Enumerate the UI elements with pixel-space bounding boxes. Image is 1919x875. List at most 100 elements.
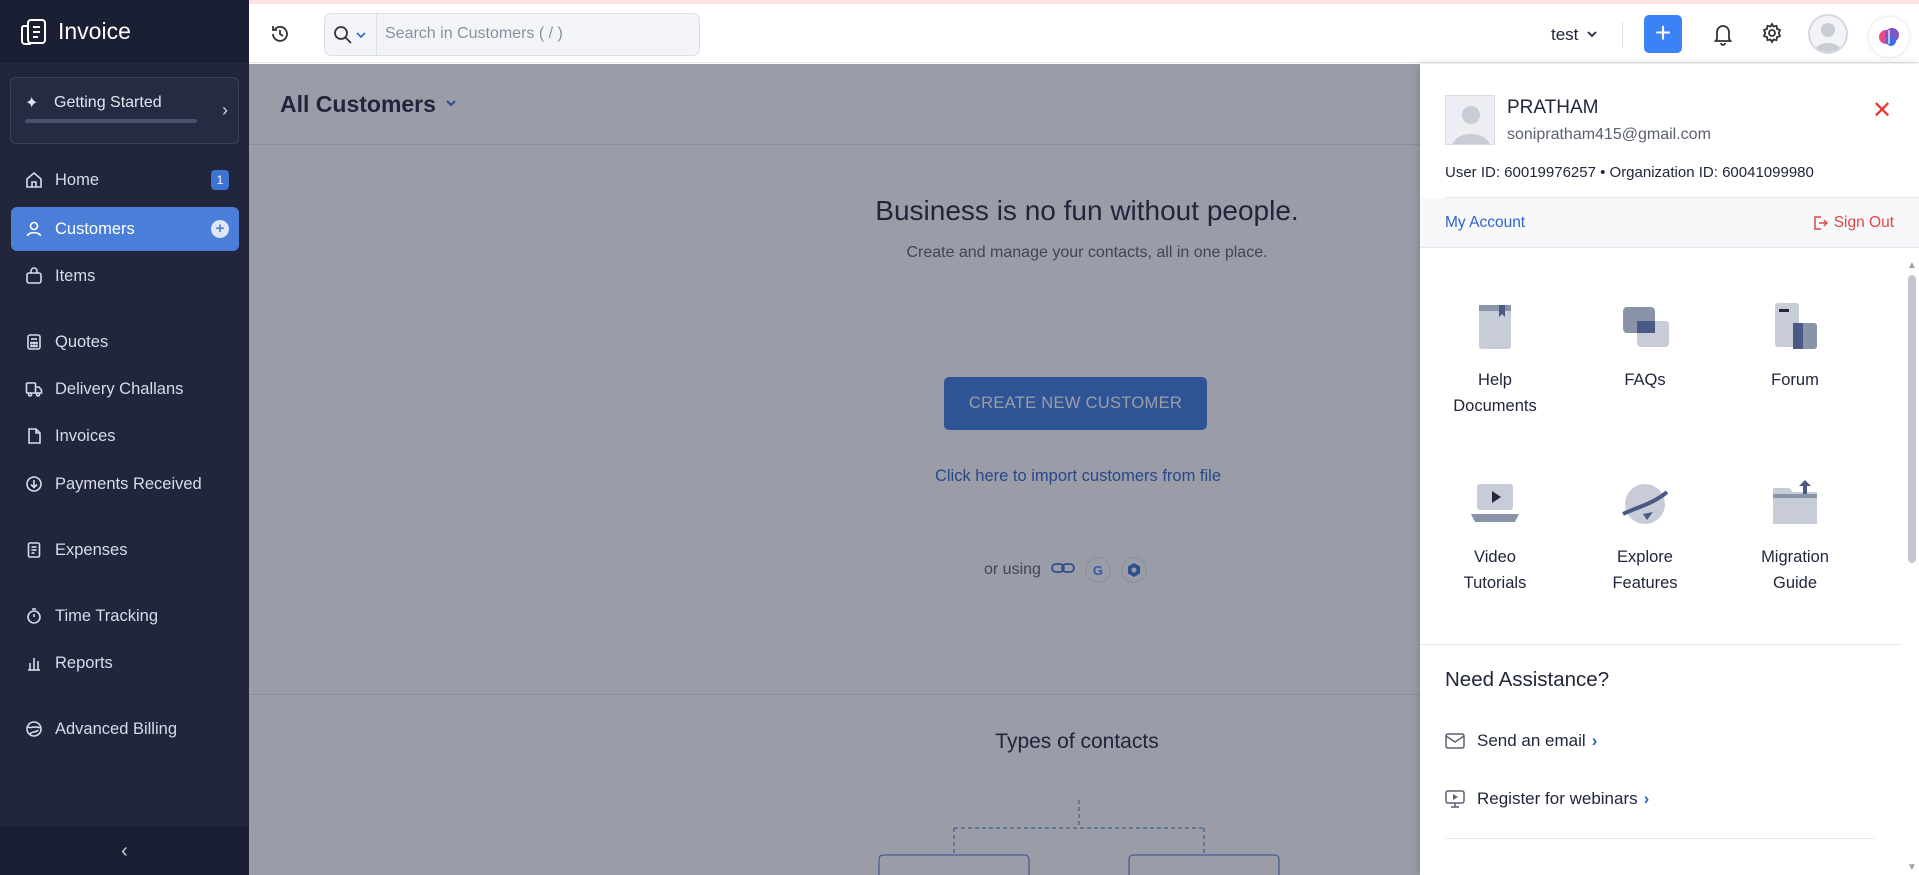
org-name: test: [1551, 25, 1579, 44]
sign-out-icon: [1813, 216, 1828, 230]
sidebar-item-home[interactable]: Home 1: [11, 158, 239, 202]
download-circle-icon: [23, 473, 45, 495]
chevron-left-icon: ‹: [121, 839, 128, 862]
calculator-icon: [23, 331, 45, 353]
getting-started-card[interactable]: ✦ Getting Started ›: [10, 77, 239, 144]
sidebar-item-invoices[interactable]: Invoices: [11, 414, 239, 458]
chevron-right-icon: ›: [222, 100, 228, 120]
my-account-link[interactable]: My Account: [1445, 214, 1525, 232]
stopwatch-icon: [23, 605, 45, 627]
sidebar-item-payments-received[interactable]: Payments Received: [11, 462, 239, 506]
sidebar-item-label: Payments Received: [55, 474, 202, 493]
sidebar-item-items[interactable]: Items: [11, 254, 239, 298]
ai-assistant-button[interactable]: [1869, 17, 1909, 57]
sidebar-item-label: Time Tracking: [55, 606, 158, 625]
quick-create-button[interactable]: +: [1644, 15, 1682, 53]
sidebar-item-label: Items: [55, 266, 96, 285]
sidebar-item-delivery-challans[interactable]: Delivery Challans: [11, 367, 239, 411]
profile-ids: User ID: 60019976257 • Organization ID: …: [1445, 164, 1814, 181]
sidebar-item-label: Expenses: [55, 540, 128, 559]
bag-icon: [23, 265, 45, 287]
tile-label: Forum: [1771, 371, 1819, 389]
tile-label: FAQs: [1624, 371, 1666, 389]
scroll-up-arrow-icon[interactable]: ▲: [1907, 260, 1917, 271]
sign-out-label: Sign Out: [1833, 214, 1894, 231]
webinar-icon: [1445, 790, 1465, 808]
getting-started-label: Getting Started: [54, 94, 162, 111]
notifications-icon[interactable]: [1712, 22, 1734, 46]
help-documents-tile[interactable]: Help Documents: [1420, 297, 1570, 419]
sign-out-link[interactable]: Sign Out: [1812, 214, 1894, 232]
settings-gear-icon[interactable]: [1761, 22, 1783, 44]
profile-name: PRATHAM: [1507, 97, 1599, 118]
bar-chart-icon: [23, 652, 45, 674]
top-bar: test +: [249, 4, 1919, 63]
sidebar-item-label: Invoices: [55, 426, 116, 445]
home-badge: 1: [211, 170, 229, 190]
chevron-right-icon: ›: [1643, 789, 1650, 808]
sidebar-item-time-tracking[interactable]: Time Tracking: [11, 594, 239, 638]
truck-icon: [23, 378, 45, 400]
profile-avatar[interactable]: [1445, 95, 1495, 145]
mail-icon: [1445, 733, 1465, 749]
close-icon[interactable]: ✕: [1872, 99, 1892, 123]
panel-scrollbar[interactable]: ▲ ▼: [1904, 260, 1919, 875]
scroll-thumb[interactable]: [1908, 275, 1916, 563]
migration-guide-tile[interactable]: Migration Guide: [1720, 474, 1870, 596]
topbar-divider: [1622, 22, 1623, 48]
faqs-tile[interactable]: FAQs: [1570, 297, 1720, 393]
forum-tile[interactable]: Forum: [1720, 297, 1870, 393]
migration-guide-icon: [1773, 480, 1817, 524]
sidebar-item-quotes[interactable]: Quotes: [11, 320, 239, 364]
need-assistance-heading: Need Assistance?: [1445, 668, 1610, 691]
avatar-icon: [1452, 106, 1490, 144]
sidebar-item-customers[interactable]: Customers +: [11, 207, 239, 251]
recent-history-icon[interactable]: [269, 23, 291, 45]
chevron-down-icon: [1587, 31, 1597, 38]
receipt-icon: [23, 539, 45, 561]
search-bar: [324, 13, 700, 56]
sidebar-item-reports[interactable]: Reports: [11, 641, 239, 685]
document-icon: [23, 425, 45, 447]
collapse-sidebar-button[interactable]: ‹: [0, 827, 249, 875]
tile-label: Explore: [1617, 548, 1673, 566]
sidebar-item-label: Reports: [55, 653, 113, 672]
profile-email: sonipratham415@gmail.com: [1507, 126, 1711, 143]
explore-features-tile[interactable]: Explore Features: [1570, 474, 1720, 596]
tile-label: Migration: [1761, 548, 1829, 566]
home-icon: [23, 169, 45, 191]
getting-started-progress: [25, 119, 197, 123]
search-icon: [334, 26, 352, 44]
search-input[interactable]: [385, 22, 685, 46]
ai-brain-icon: [1879, 28, 1899, 46]
help-resources-grid: Help Documents FAQs Forum Video Tutorial…: [1420, 249, 1900, 644]
org-switcher[interactable]: test: [1551, 25, 1598, 45]
profile-avatar-button[interactable]: [1808, 14, 1848, 54]
faq-chat-icon: [1623, 307, 1669, 347]
sidebar-item-label: Home: [55, 170, 100, 189]
sidebar-item-expenses[interactable]: Expenses: [11, 528, 239, 572]
send-email-label: Send an email: [1477, 731, 1586, 750]
chevron-down-icon: [356, 32, 366, 39]
add-customer-icon[interactable]: +: [211, 220, 229, 238]
forum-icon: [1775, 303, 1817, 349]
search-separator: [376, 14, 377, 55]
register-webinars-label: Register for webinars: [1477, 789, 1638, 808]
sidebar-item-label: Quotes: [55, 332, 109, 351]
sidebar-item-label: Delivery Challans: [55, 379, 184, 398]
assistance-divider: [1420, 644, 1900, 645]
register-webinars-link[interactable]: Register for webinars ›: [1445, 789, 1649, 809]
avatar-icon: [1814, 23, 1842, 52]
sidebar: Invoice ✦ Getting Started › Home 1 Custo…: [0, 0, 249, 875]
search-filter-dropdown[interactable]: [333, 25, 371, 45]
tile-label: Help: [1478, 371, 1512, 389]
app-brand[interactable]: Invoice: [0, 0, 249, 63]
sidebar-item-label: Advanced Billing: [55, 719, 177, 738]
send-email-link[interactable]: Send an email ›: [1445, 731, 1597, 751]
sidebar-item-advanced-billing[interactable]: Advanced Billing: [11, 707, 239, 751]
explore-features-icon: [1622, 484, 1669, 524]
plus-icon: +: [1654, 17, 1672, 48]
sidebar-item-label: Customers: [55, 219, 135, 238]
video-tutorials-tile[interactable]: Video Tutorials: [1420, 474, 1570, 596]
scroll-down-arrow-icon[interactable]: ▼: [1907, 862, 1917, 873]
